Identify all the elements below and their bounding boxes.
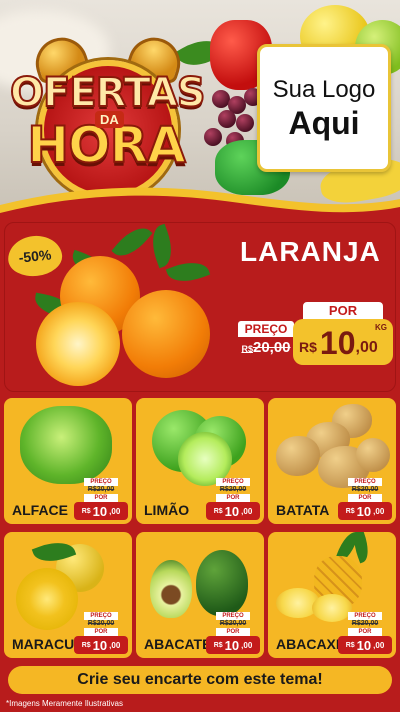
- logo-text-line2: Aqui: [288, 105, 360, 141]
- price-decimal: ,00: [109, 506, 121, 516]
- new-price: R$ 10,00: [74, 636, 128, 654]
- product-name: ALFACE: [12, 502, 68, 518]
- por-label: POR: [303, 302, 383, 320]
- preco-label: PREÇO: [216, 478, 250, 486]
- wave-divider: [0, 187, 400, 215]
- por-label: POR: [216, 628, 250, 636]
- headline-da: DA: [95, 111, 124, 128]
- currency: R$: [213, 507, 223, 515]
- currency: R$: [345, 641, 355, 649]
- product-name: ABACAXI: [276, 636, 340, 652]
- lettuce-image: [20, 406, 112, 484]
- create-flyer-button[interactable]: Crie seu encarte com este tema!: [8, 666, 392, 694]
- old-price-currency: R$: [241, 344, 253, 354]
- headline-ofertas: OFERTAS: [9, 69, 207, 117]
- grape-image: [236, 114, 254, 132]
- new-price-currency: R$: [299, 339, 317, 355]
- new-price-decimal: ,00: [355, 339, 378, 356]
- disclaimer-text: *Imagens Meramente Ilustrativas: [6, 699, 123, 708]
- por-label: POR: [84, 494, 118, 502]
- product-card-alface[interactable]: ALFACE PREÇO R$20,00 POR R$ 10,00: [4, 398, 132, 524]
- price-integer: 10: [92, 637, 108, 653]
- new-price-tag: R$ 10 ,00 KG: [293, 319, 393, 365]
- price-decimal: ,00: [373, 506, 385, 516]
- preco-label: PREÇO: [216, 612, 250, 620]
- price-unit: KG: [375, 323, 387, 332]
- grape-image: [204, 128, 222, 146]
- price-decimal: ,00: [241, 640, 253, 650]
- new-price-integer: 10: [319, 325, 356, 361]
- price-decimal: ,00: [373, 640, 385, 650]
- currency: R$: [345, 507, 355, 515]
- price-integer: 10: [356, 637, 372, 653]
- currency: R$: [81, 507, 91, 515]
- new-price: R$ 10,00: [206, 636, 260, 654]
- product-name: BATATA: [276, 502, 330, 518]
- preco-label: PREÇO: [84, 478, 118, 486]
- old-price: R$20,00: [87, 620, 115, 627]
- orange-image: [122, 290, 210, 378]
- header-banner: OFERTAS HORA DA Sua Logo Aqui: [0, 0, 400, 215]
- currency: R$: [213, 641, 223, 649]
- price-integer: 10: [356, 503, 372, 519]
- currency: R$: [81, 641, 91, 649]
- price-integer: 10: [92, 503, 108, 519]
- product-name: LIMÃO: [144, 502, 190, 518]
- logo-placeholder[interactable]: Sua Logo Aqui: [257, 44, 391, 172]
- por-label: POR: [216, 494, 250, 502]
- preco-label: PREÇO: [238, 321, 294, 337]
- price-integer: 10: [224, 503, 240, 519]
- old-price: R$20,00: [87, 486, 115, 493]
- product-card-abacaxi[interactable]: ABACAXI PREÇO R$20,00 POR R$ 10,00: [268, 532, 396, 658]
- price-tag: PREÇO R$20,00 POR R$ 10,00: [206, 478, 260, 520]
- new-price: R$ 10,00: [338, 502, 392, 520]
- por-label: POR: [348, 628, 382, 636]
- price-tag: PREÇO R$20,00 POR R$ 10,00: [74, 612, 128, 654]
- product-card-abacate[interactable]: ABACATE PREÇO R$20,00 POR R$ 10,00: [136, 532, 264, 658]
- product-card-batata[interactable]: BATATA PREÇO R$20,00 POR R$ 10,00: [268, 398, 396, 524]
- price-decimal: ,00: [109, 640, 121, 650]
- por-label: POR: [348, 494, 382, 502]
- product-name: ABACATE: [144, 636, 212, 652]
- price-tag: PREÇO R$20,00 POR R$ 10,00: [206, 612, 260, 654]
- preco-label: PREÇO: [348, 478, 382, 486]
- old-price: R$20,00: [238, 337, 294, 359]
- preco-label: PREÇO: [84, 612, 118, 620]
- price-tag: PREÇO R$20,00 POR R$ 10,00: [74, 478, 128, 520]
- new-price: R$ 10,00: [74, 502, 128, 520]
- passion-fruit-half-image: [16, 568, 78, 630]
- price-tag: PREÇO R$20,00 POR R$ 10,00: [338, 612, 392, 654]
- featured-product-name: LARANJA: [240, 236, 381, 267]
- price-decimal: ,00: [241, 506, 253, 516]
- avocado-image: [196, 550, 248, 616]
- old-price-value: 20,00: [252, 339, 291, 356]
- product-card-limao[interactable]: LIMÃO PREÇO R$20,00 POR R$ 10,00: [136, 398, 264, 524]
- preco-label: PREÇO: [348, 612, 382, 620]
- orange-half-image: [36, 302, 120, 386]
- new-price: R$ 10,00: [338, 636, 392, 654]
- price-tag: PREÇO R$20,00 POR R$ 10,00: [338, 478, 392, 520]
- grape-image: [218, 110, 236, 128]
- old-price: R$20,00: [219, 486, 247, 493]
- logo-text-line1: Sua Logo: [272, 76, 376, 103]
- potato-image: [276, 436, 320, 476]
- price-integer: 10: [224, 637, 240, 653]
- avocado-half-image: [150, 560, 192, 618]
- old-price: R$20,00: [351, 620, 379, 627]
- old-price: R$20,00: [351, 486, 379, 493]
- product-card-maracuja[interactable]: MARACUJÁ PREÇO R$20,00 POR R$ 10,00: [4, 532, 132, 658]
- potato-image: [356, 438, 390, 472]
- new-price: R$ 10,00: [206, 502, 260, 520]
- old-price: R$20,00: [219, 620, 247, 627]
- por-label: POR: [84, 628, 118, 636]
